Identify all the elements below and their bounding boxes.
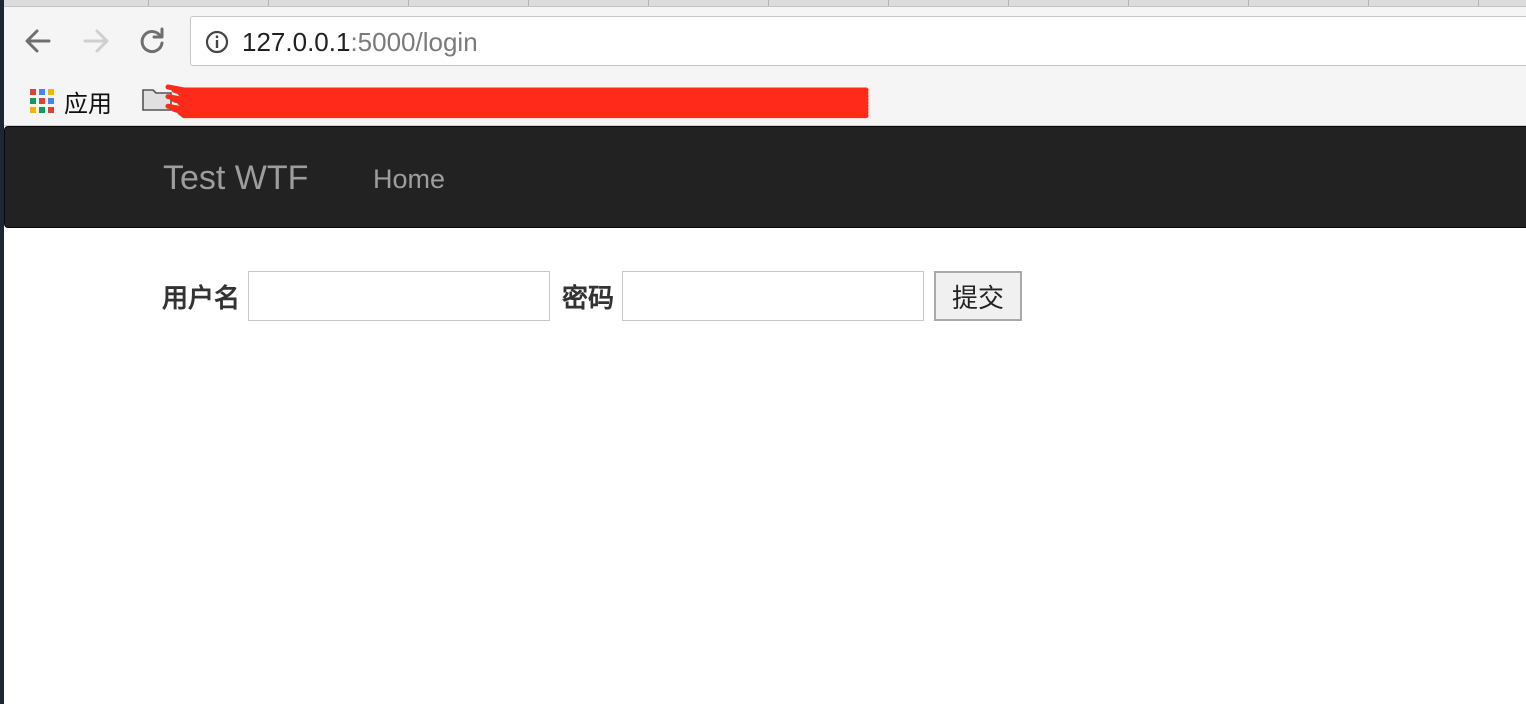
tab-divider [408,0,409,6]
tab-divider [1008,0,1009,6]
tab-divider [1248,0,1249,6]
navbar-brand[interactable]: Test WTF [163,159,308,197]
username-label: 用户名 [162,282,241,313]
tab-divider [648,0,649,6]
site-navbar: Test WTF Home [4,126,1526,228]
tab-divider [268,0,269,6]
tab-divider [888,0,889,6]
tab-divider [768,0,769,6]
submit-button[interactable]: 提交 [934,271,1023,321]
arrow-right-icon [83,29,109,53]
nav-link-home[interactable]: Home [373,163,445,195]
apps-grid-dot [39,89,45,95]
bookmarks-bar: 应用 [4,77,1526,126]
apps-grid-dot [30,98,36,104]
login-form: 用户名 密码 提交 [162,270,1023,322]
tab-divider [1368,0,1369,6]
reload-icon [140,27,164,53]
apps-grid-dot [48,98,54,104]
username-input[interactable] [248,271,551,321]
tab-divider [1478,0,1479,6]
redacted-bookmarks [165,84,869,119]
info-icon[interactable] [205,30,229,54]
reload-button[interactable] [136,25,168,57]
tab-divider [148,0,149,6]
url-text[interactable]: 127.0.0.1:5000/login [242,27,478,57]
arrow-left-icon [25,29,51,53]
apps-grid-dot [39,107,45,113]
apps-grid-icon [30,89,54,113]
redaction-stroke [165,84,869,93]
apps-bookmark[interactable]: 应用 [30,83,112,119]
apps-grid-dot [30,89,36,95]
back-button[interactable] [22,25,54,57]
browser-toolbar: 127.0.0.1:5000/login [4,7,1526,77]
apps-grid-dot [30,107,36,113]
url-path: :5000/login [350,27,478,57]
forward-button[interactable] [80,25,112,57]
address-bar[interactable]: 127.0.0.1:5000/login [190,16,1526,66]
apps-grid-dot [48,107,54,113]
password-input[interactable] [622,271,925,321]
browser-window: 127.0.0.1:5000/login 应用 Test WTF Home 用户… [4,0,1526,704]
apps-grid-dot [39,98,45,104]
tab-divider [528,0,529,6]
url-host: 127.0.0.1 [242,27,351,57]
apps-label: 应用 [64,90,112,118]
apps-grid-dot [48,89,54,95]
tab-divider [1128,0,1129,6]
tab-strip [4,0,1526,7]
password-label: 密码 [562,282,615,313]
